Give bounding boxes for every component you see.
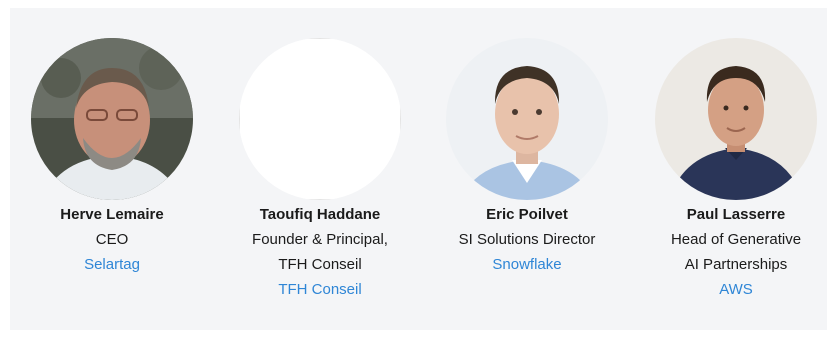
speaker-photo-herve-lemaire	[31, 38, 193, 200]
speaker-company-link[interactable]: Selartag	[17, 256, 207, 273]
speaker-company-link[interactable]: TFH Conseil	[225, 281, 415, 298]
speaker-title-line: Founder & Principal,	[252, 231, 388, 248]
speaker-photo-paul-lasserre	[655, 38, 817, 200]
speaker-title-line: SI Solutions Director	[458, 231, 596, 248]
speaker-title-line: CEO	[95, 231, 129, 248]
speaker-name: Eric Poilvet	[486, 206, 568, 223]
speaker-title-line: TFH Conseil	[278, 256, 362, 273]
speaker-title-line: Head of Generative	[670, 231, 802, 248]
speaker-photo-taoufiq-haddane	[239, 38, 401, 200]
speaker-company-link[interactable]: AWS	[641, 281, 827, 298]
speaker-name: Taoufiq Haddane	[259, 206, 381, 223]
speaker-photo-eric-poilvet	[446, 38, 608, 200]
speaker-name: Herve Lemaire	[60, 206, 164, 223]
speaker-name: Paul Lasserre	[686, 206, 786, 223]
speaker-title-line: AI Partnerships	[684, 256, 788, 273]
speaker-company-link[interactable]: Snowflake	[432, 256, 622, 273]
